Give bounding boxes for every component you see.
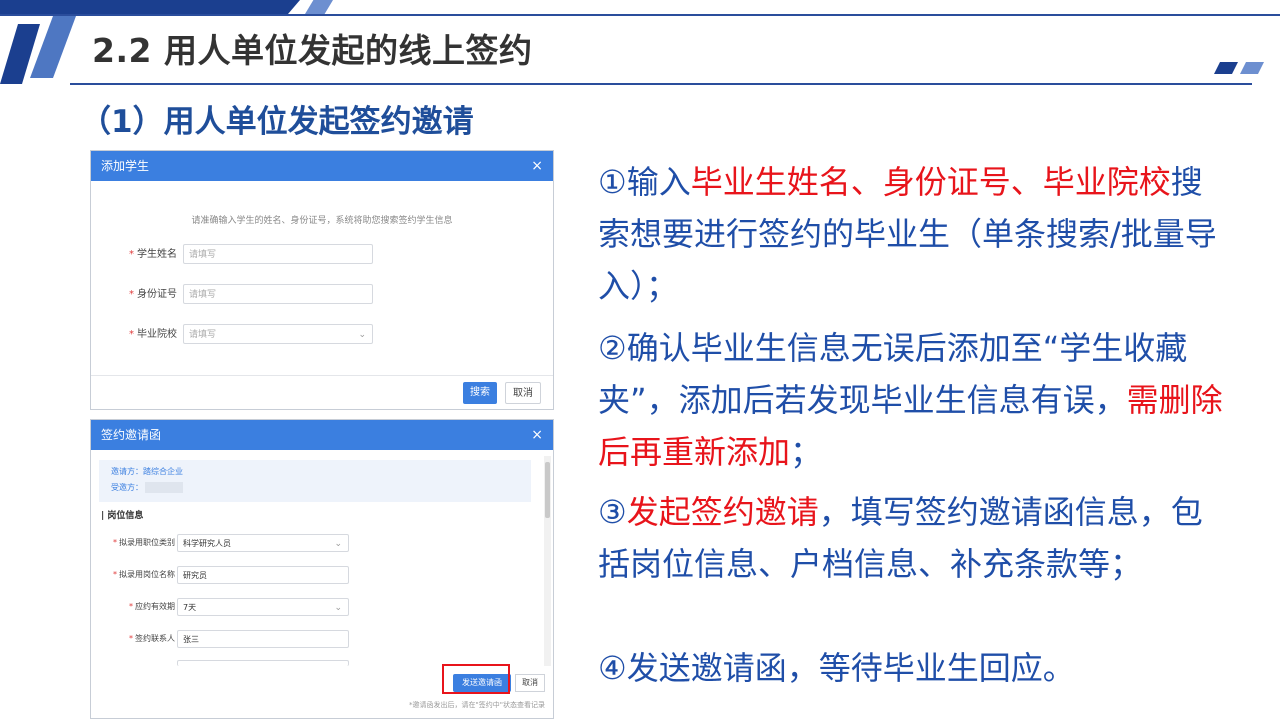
section-subtitle: （1）用人单位发起签约邀请 (80, 104, 474, 140)
title-underline (70, 83, 1252, 85)
next-field-partial (177, 660, 349, 666)
scrollbar-thumb[interactable] (545, 462, 550, 518)
student-name-input[interactable]: 请填写 (183, 244, 373, 264)
dialog-header: 签约邀请函 × (91, 420, 553, 450)
contact-person-input[interactable]: 张三 (177, 630, 349, 648)
redacted-value (145, 482, 183, 493)
search-hint: 请准确输入学生的姓名、身份证号，系统将助您搜索签约学生信息 (191, 216, 453, 226)
field-label: * 拟录用岗位名称 (113, 570, 175, 579)
position-name-input[interactable]: 研究员 (177, 566, 349, 584)
dialog-title: 签约邀请函 (101, 428, 162, 442)
step-3-text: ③发起签约邀请，填写签约邀请函信息，包括岗位信息、户档信息、补充条款等； (598, 493, 1203, 583)
chevron-down-icon: ⌄ (334, 603, 342, 613)
chevron-down-icon: ⌄ (358, 330, 366, 340)
field-label: * 毕业院校 (129, 329, 177, 340)
close-icon[interactable]: × (531, 151, 543, 181)
step-4-text: ④发送邀请函，等待毕业生回应。 (598, 649, 1075, 687)
field-label: * 拟录用职位类别 (113, 538, 175, 547)
step-1-text: ①输入毕业生姓名、身份证号、毕业院校搜索想要进行签约的毕业生（单条搜索/批量导入… (598, 163, 1217, 305)
scrollbar[interactable] (544, 456, 551, 666)
title-decoration-right (1214, 62, 1264, 76)
title-decoration-left (0, 14, 80, 84)
section-title-position-info: | 岗位信息 (101, 511, 144, 521)
position-category-select[interactable]: 科学研究人员 ⌄ (177, 534, 349, 552)
party-info-box: 邀请方：踏综合企业 受邀方： (99, 460, 531, 502)
dialog-title: 添加学生 (101, 159, 150, 173)
id-number-input[interactable]: 请填写 (183, 284, 373, 304)
close-icon[interactable]: × (531, 420, 543, 450)
inviter-line: 邀请方：踏综合企业 (111, 467, 183, 476)
field-label: * 身份证号 (129, 289, 177, 300)
add-student-dialog: 添加学生 × 请准确输入学生的姓名、身份证号，系统将助您搜索签约学生信息 * 学生… (90, 150, 554, 410)
cancel-button[interactable]: 取消 (505, 382, 541, 404)
field-label: * 应约有效期 (129, 602, 175, 611)
slide-title: 2.2 用人单位发起的线上签约 (92, 31, 533, 70)
dialog-header: 添加学生 × (91, 151, 553, 181)
send-invite-button[interactable]: 发送邀请函 (453, 674, 511, 692)
chevron-down-icon: ⌄ (334, 539, 342, 549)
invite-note: *邀请函发出后，请在"签约中"状态查看记录 (409, 701, 545, 709)
invite-letter-dialog: 签约邀请函 × 邀请方：踏综合企业 受邀方： | 岗位信息 * 拟录用职位类别 科… (90, 419, 554, 719)
search-button[interactable]: 搜索 (463, 382, 497, 404)
validity-period-select[interactable]: 7天 ⌄ (177, 598, 349, 616)
field-label: * 学生姓名 (129, 249, 177, 260)
step-2-text: ②确认毕业生信息无误后添加至“学生收藏夹”，添加后若发现毕业生信息有误，需删除后… (598, 329, 1223, 471)
top-decoration-bar (0, 0, 1280, 24)
cancel-button[interactable]: 取消 (515, 674, 545, 692)
dialog-footer-divider (91, 375, 553, 376)
school-select[interactable]: 请填写 ⌄ (183, 324, 373, 344)
invitee-line: 受邀方： (111, 482, 183, 493)
field-label: * 签约联系人 (129, 634, 175, 643)
